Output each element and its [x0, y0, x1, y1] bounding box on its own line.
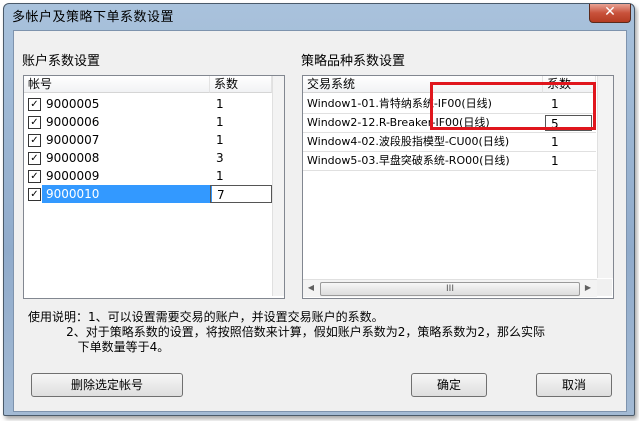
strategies-horizontal-scrollbar[interactable]: ◀ III ▶	[303, 279, 597, 297]
scroll-thumb[interactable]: III	[320, 282, 580, 296]
grip-icon: III	[446, 284, 454, 294]
account-number: 9000007	[46, 133, 100, 147]
account-number: 9000006	[46, 115, 100, 129]
cancel-button[interactable]: 取消	[536, 373, 612, 397]
close-icon: ✕	[604, 4, 616, 20]
scroll-corner	[597, 279, 612, 296]
account-number: 9000005	[46, 97, 100, 111]
account-checkbox[interactable]: ✓	[28, 170, 41, 183]
account-coef[interactable]: 1	[216, 95, 224, 113]
strategies-section-label: 策略品种系数设置	[301, 54, 406, 69]
column-header-system[interactable]: 交易系统	[303, 76, 543, 93]
strategy-name: Window4-02.波段股指模型-CU00(日线)	[307, 135, 510, 148]
account-row[interactable]: ✓ 9000008 3	[24, 149, 272, 167]
accounts-section-label: 账户系数设置	[22, 54, 101, 69]
column-header-coef[interactable]: 系数	[543, 76, 596, 93]
account-coef[interactable]: 1	[216, 167, 224, 185]
account-checkbox[interactable]: ✓	[28, 188, 41, 201]
account-row[interactable]: ✓ 9000005 1	[24, 95, 272, 113]
account-row[interactable]: ✓ 9000006 1	[24, 113, 272, 131]
strategy-coef[interactable]: 1	[551, 152, 559, 170]
strategy-name: Window5-03.早盘突破系统-RO00(日线)	[307, 154, 510, 167]
account-coef-editor[interactable]: 7	[210, 185, 272, 203]
account-checkbox[interactable]: ✓	[28, 152, 41, 165]
account-number: 9000010	[42, 185, 212, 203]
strategy-row[interactable]: Window5-03.早盘突破系统-RO00(日线) 1	[303, 152, 596, 171]
strategy-coef[interactable]: 1	[551, 95, 559, 113]
strategy-name: Window2-12.R-Breaker-IF00(日线)	[307, 116, 490, 129]
instruction-line-1: 使用说明：1、可以设置需要交易的账户，并设置交易账户的系数。	[28, 310, 384, 324]
account-checkbox[interactable]: ✓	[28, 116, 41, 129]
dialog-client-area: 账户系数设置 帐号 系数 ✓ 9000005 1 ✓ 9000006 1 ✓ 9…	[13, 30, 627, 412]
account-coef[interactable]: 1	[216, 113, 224, 131]
strategy-name: Window1-01.肯特纳系统-IF00(日线)	[307, 97, 492, 110]
strategy-row[interactable]: Window1-01.肯特纳系统-IF00(日线) 1	[303, 95, 596, 114]
account-checkbox[interactable]: ✓	[28, 98, 41, 111]
account-checkbox[interactable]: ✓	[28, 134, 41, 147]
account-row-selected[interactable]: ✓ 9000010 7	[24, 185, 272, 203]
column-header-coef[interactable]: 系数	[210, 76, 272, 93]
account-row[interactable]: ✓ 9000009 1	[24, 167, 272, 185]
scroll-left-icon[interactable]: ◀	[303, 280, 319, 296]
account-coef[interactable]: 1	[216, 131, 224, 149]
ok-button[interactable]: 确定	[411, 373, 487, 397]
window-title: 多帐户及策略下单系数设置	[12, 10, 175, 25]
strategy-row[interactable]: Window4-02.波段股指模型-CU00(日线) 1	[303, 133, 596, 152]
account-number: 9000009	[46, 169, 100, 183]
delete-account-button[interactable]: 删除选定帐号	[31, 373, 183, 397]
accounts-vertical-scrollbar[interactable]	[272, 76, 284, 296]
strategy-row[interactable]: Window2-12.R-Breaker-IF00(日线) 5	[303, 114, 596, 133]
account-coef[interactable]: 3	[216, 149, 224, 167]
instruction-line-3: 下单数量等于4。	[28, 340, 170, 354]
instruction-line-2: 2、对于策略系数的设置，将按照倍数来计算，假如账户系数为2，策略系数为2，那么实…	[28, 325, 546, 339]
account-row[interactable]: ✓ 9000007 1	[24, 131, 272, 149]
account-number: 9000008	[46, 151, 100, 165]
strategy-coef[interactable]: 1	[551, 133, 559, 151]
strategy-coef-editor[interactable]: 5	[545, 115, 592, 131]
accounts-list[interactable]: 帐号 系数 ✓ 9000005 1 ✓ 9000006 1 ✓ 9000007 …	[23, 75, 285, 299]
strategies-vertical-scrollbar[interactable]	[597, 76, 613, 278]
scroll-right-icon[interactable]: ▶	[580, 280, 596, 296]
close-button[interactable]: ✕	[589, 4, 631, 23]
strategies-list[interactable]: 交易系统 系数 Window1-01.肯特纳系统-IF00(日线) 1 Wind…	[302, 75, 614, 299]
column-header-account[interactable]: 帐号	[24, 76, 210, 93]
dialog-window: 多帐户及策略下单系数设置 ✕ 账户系数设置 帐号 系数 ✓ 9000005 1 …	[3, 3, 635, 416]
